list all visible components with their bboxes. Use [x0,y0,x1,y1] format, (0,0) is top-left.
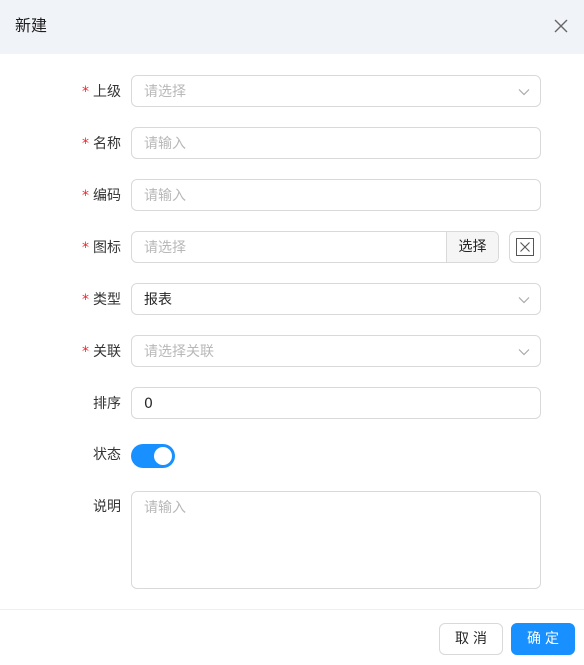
name-placeholder: 请输入 [144,136,186,152]
chevron-down-icon [518,89,530,96]
parent-select[interactable]: 请选择 [131,75,541,107]
dialog-header: 新建 [0,0,584,54]
status-toggle[interactable] [131,444,175,468]
type-select[interactable]: 报表 [131,283,541,315]
icon-label: * 图标 [82,240,121,256]
chevron-down-icon [518,349,530,356]
chevron-down-icon [518,297,530,304]
icon-placeholder: 请选择 [144,240,186,256]
description-label: 说明 [93,499,121,515]
code-label: * 编码 [82,188,121,204]
relation-select[interactable]: 请选择关联 [131,335,541,367]
clear-icon [516,238,534,256]
relation-label: * 关联 [82,344,121,360]
name-input[interactable]: 请输入 [131,127,541,159]
sort-input[interactable]: 0 [131,387,541,419]
status-label: 状态 [93,447,121,463]
dialog-title: 新建 [15,16,48,35]
required-mark: * [82,136,89,152]
ok-button[interactable]: 确定 [511,623,575,655]
dialog-footer: 取消 确定 [0,609,584,665]
description-placeholder: 请输入 [144,500,186,516]
parent-placeholder: 请选择 [144,84,186,100]
icon-input[interactable]: 请选择 选择 [131,231,499,263]
cancel-button[interactable]: 取消 [439,623,503,655]
parent-label: * 上级 [82,84,121,100]
toggle-knob [154,447,172,465]
required-mark: * [82,344,89,360]
type-value: 报表 [144,292,172,308]
required-mark: * [82,292,89,308]
sort-value: 0 [144,396,153,412]
required-mark: * [82,240,89,256]
description-textarea[interactable]: 请输入 [131,491,541,589]
code-placeholder: 请输入 [144,188,186,204]
relation-placeholder: 请选择关联 [144,344,214,360]
type-label: * 类型 [82,292,121,308]
name-label: * 名称 [82,136,121,152]
required-mark: * [82,188,89,204]
sort-label: 排序 [93,396,121,412]
icon-clear-button[interactable] [509,231,541,263]
code-input[interactable]: 请输入 [131,179,541,211]
close-icon[interactable] [551,16,571,36]
required-mark: * [82,84,89,100]
icon-select-button[interactable]: 选择 [446,232,498,262]
